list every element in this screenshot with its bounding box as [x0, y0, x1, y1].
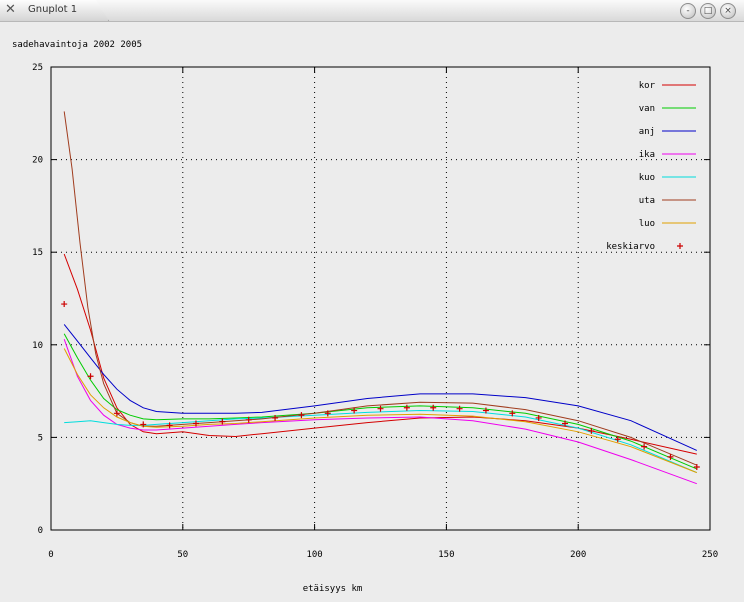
legend-label-keskiarvo: keskiarvo [606, 242, 655, 252]
y-tick-label: 25 [32, 63, 43, 73]
y-tick-label: 15 [32, 248, 43, 258]
x-tick-label: 200 [570, 550, 586, 560]
y-tick-label: 0 [38, 526, 43, 536]
legend-label-kor: kor [639, 81, 656, 91]
series-point-keskiarvo [61, 301, 68, 308]
legend-label-uta: uta [639, 196, 655, 206]
legend-label-ika: ika [639, 150, 655, 160]
series-point-keskiarvo [298, 412, 305, 419]
x-tick-label: 50 [177, 550, 188, 560]
legend-label-kuo: kuo [639, 173, 655, 183]
series-point-keskiarvo [377, 405, 384, 412]
x-tick-label: 150 [438, 550, 454, 560]
series-point-keskiarvo [641, 443, 648, 450]
legend-swatch-keskiarvo [677, 243, 683, 249]
legend-label-anj: anj [639, 127, 655, 137]
legend-label-luo: luo [639, 219, 655, 229]
x-tick-label: 100 [306, 550, 322, 560]
series-point-keskiarvo [430, 404, 437, 411]
series-point-keskiarvo [87, 373, 94, 380]
plot-frame [50, 66, 711, 531]
x-axis-label: etäisyys km [303, 584, 363, 594]
series-point-keskiarvo [693, 464, 700, 471]
x-tick-label: 0 [48, 550, 53, 560]
legend-label-van: van [639, 104, 655, 114]
y-tick-label: 5 [38, 433, 43, 443]
x-tick-label: 250 [702, 550, 718, 560]
series-line-van [63, 333, 697, 470]
y-tick-label: 20 [32, 156, 43, 166]
chart-area: 0 50 100 150 200 250 0 5 10 15 20 25 etäisyys km kor v… [32, 63, 718, 594]
series-point-keskiarvo [403, 404, 410, 411]
y-tick-label: 10 [32, 341, 43, 351]
